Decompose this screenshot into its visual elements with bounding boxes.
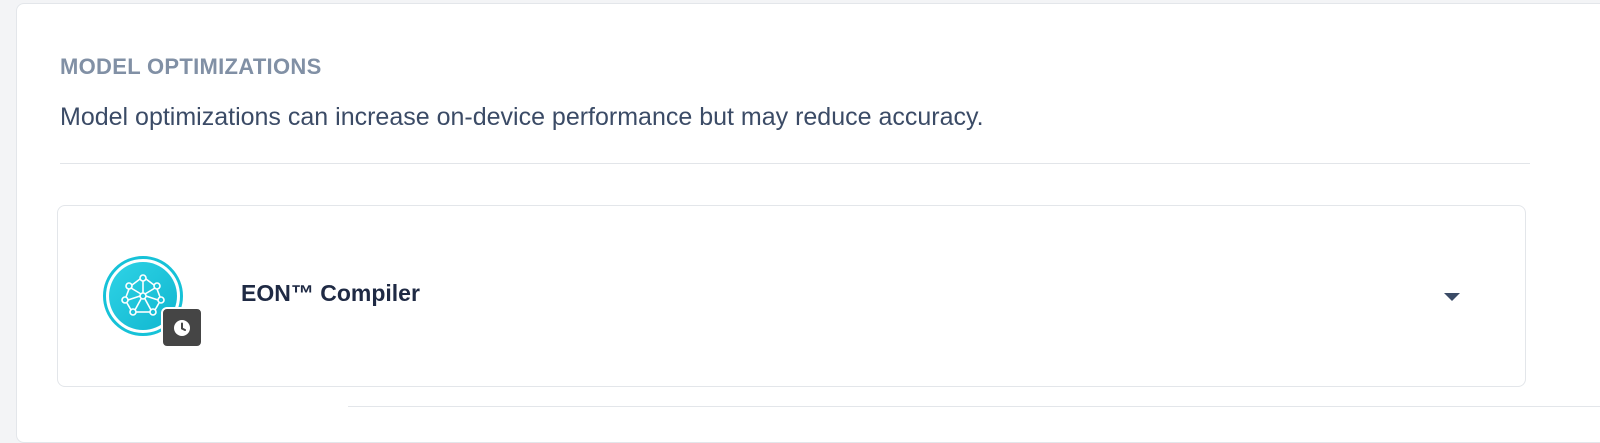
eon-compiler-title: EON™ Compiler (241, 280, 420, 306)
model-optimizations-panel: MODEL OPTIMIZATIONS Model optimizations … (16, 3, 1600, 443)
clock-icon (161, 307, 203, 348)
caret-down-icon[interactable] (1440, 287, 1464, 307)
section-title: MODEL OPTIMIZATIONS (60, 54, 322, 79)
divider (60, 163, 1530, 164)
section-description: Model optimizations can increase on-devi… (60, 103, 984, 131)
eon-compiler-card[interactable]: EON™ Compiler (57, 205, 1526, 387)
bottom-divider (348, 406, 1600, 407)
